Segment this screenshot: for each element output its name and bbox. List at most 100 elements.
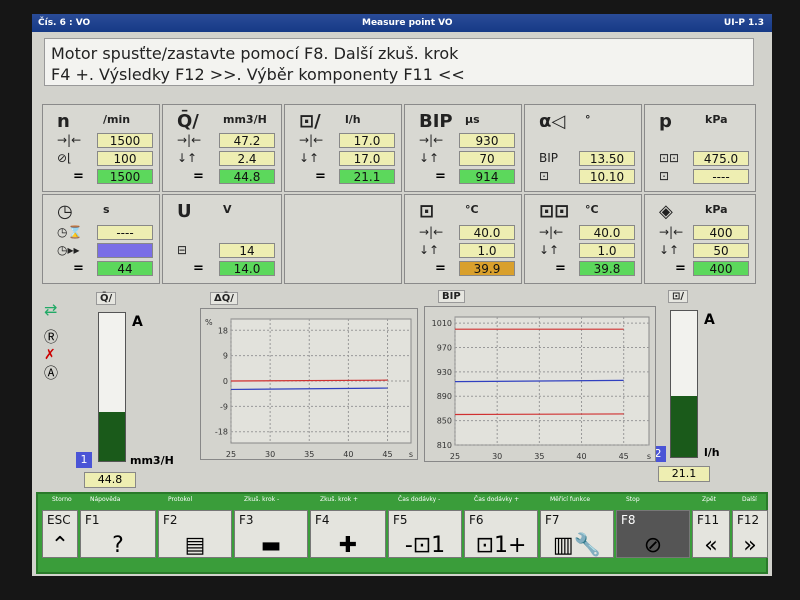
row-icon: ↓↑ (177, 151, 198, 165)
row-icon: →|← (659, 225, 684, 239)
row-icon: = (675, 261, 686, 276)
panel-title: ◈ (659, 201, 673, 222)
panel-row: →|← 400 (645, 225, 755, 240)
panel-row: →|← 930 (405, 133, 521, 148)
row-icon: ↓↑ (299, 151, 320, 165)
row-icon: BIP (539, 151, 559, 165)
titlebar: Čís. 6 : VO Measure point VO UI-P 1.3 (32, 14, 772, 32)
chart2: 25 30 35 40 45 s 1010 970 930 890 850 810 (424, 306, 656, 462)
fkey-caption: Zkuš. krok + (320, 496, 359, 503)
function-key-bar: Storno Nápověda Protokol Zkuš. krok - Zkuš. … (36, 492, 768, 574)
row-icon: ⊘⌊ (57, 151, 72, 165)
fkey-caption: Další (742, 496, 757, 503)
row-icon: = (435, 169, 446, 184)
row-value: 1500 (97, 169, 153, 184)
chart1-title: ΔQ̄/ (210, 292, 238, 305)
left-bar-label: Q̄/ (96, 292, 117, 305)
right-bar-unit: l/h (704, 446, 720, 459)
panel-row: ⊡ ---- (645, 169, 755, 184)
right-bar-label: ⊡/ (668, 290, 689, 303)
panel-unit: kPa (705, 113, 728, 126)
title-center: Measure point VO (362, 18, 453, 28)
fkey-label: F2 (163, 513, 178, 527)
fkey-label: F11 (697, 513, 720, 527)
fkey-icon: ⊡1+ (475, 533, 527, 558)
fkey-f6[interactable]: F6 ⊡1+ (464, 510, 538, 558)
fkey-f8[interactable]: F8 ⊘ (616, 510, 690, 558)
fkey-caption: Nápověda (90, 496, 121, 503)
fkey-icon: ? (112, 533, 124, 558)
row-value: 44 (97, 261, 153, 276)
fkey-f3[interactable]: F3 ▬ (234, 510, 308, 558)
fkey-f11[interactable]: F11 « (692, 510, 730, 558)
row-icon: ◷⌛ (57, 225, 83, 239)
row-value: 1500 (97, 133, 153, 148)
chart2-title: BIP (438, 290, 465, 303)
right-bar (670, 310, 698, 458)
row-value: 14.0 (219, 261, 275, 276)
right-bar-value: 21.1 (658, 466, 710, 482)
fkey-f2[interactable]: F2 ▤ (158, 510, 232, 558)
panel-title: U (177, 201, 192, 222)
row-icon: →|← (419, 225, 444, 239)
panel-unit: kPa (705, 203, 728, 216)
chart2-svg: 25 30 35 40 45 s 1010 970 930 890 850 810 (432, 316, 651, 461)
panel-row: = 44 (43, 261, 159, 276)
row-value: 13.50 (579, 151, 635, 166)
panel-10: ⊡⊡ °C →|← 40.0 ↓↑ 1.0 = 39.8 (524, 194, 642, 284)
left-bar (98, 312, 126, 462)
x-icon: ✗ (44, 347, 56, 363)
panel-5: p kPa ⊡⊡ 475.0 ⊡ ---- (644, 104, 756, 192)
left-bar-value: 44.8 (84, 472, 136, 488)
panel-row: BIP 13.50 (525, 151, 641, 166)
panel-8 (284, 194, 402, 284)
fkey-f4[interactable]: F4 ✚ (310, 510, 386, 558)
panel-unit: l/h (345, 113, 361, 126)
left-bar-letter: A (132, 314, 143, 330)
panel-title: ◷ (57, 201, 73, 222)
fkey-f12[interactable]: F12 » (732, 510, 768, 558)
fkey-caption: Čas dodávky - (398, 496, 441, 503)
series-line-2 (454, 413, 624, 416)
fkey-label: F3 (239, 513, 254, 527)
fkey-caption: Stop (626, 496, 640, 503)
row-icon: ⊡ (539, 169, 550, 183)
x-tick-label: s (647, 452, 651, 461)
row-icon: = (73, 261, 84, 276)
panel-unit: mm3/H (223, 113, 267, 126)
fkey-icon: ▬ (260, 533, 282, 558)
panel-title: p (659, 111, 672, 132)
fkey-icon: ⊘ (643, 533, 663, 558)
fkey-f7[interactable]: F7 ▥🔧 (540, 510, 614, 558)
x-tick-label: 25 (450, 452, 460, 461)
row-icon: ◷▸▸ (57, 243, 80, 257)
fkey-label: F8 (621, 513, 636, 527)
chart1-svg: 25 30 35 40 45 s 18 9 0 -9 -18% (205, 318, 413, 459)
connector-icon: ⇄ (44, 300, 58, 319)
fkey-icon: » (743, 533, 757, 558)
row-icon: ⊡ (659, 169, 670, 183)
x-tick-label: 45 (619, 452, 629, 461)
panel-unit: °C (465, 203, 479, 216)
left-bar-badge: 1 (76, 452, 92, 468)
y-tick-label: 1010 (432, 319, 452, 328)
fkey-esc[interactable]: ESC ⌃ (42, 510, 78, 558)
fkey-caption: Měřicí funkce (550, 496, 591, 503)
row-value: 47.2 (219, 133, 275, 148)
row-value: 475.0 (693, 151, 749, 166)
row-value: ---- (693, 169, 749, 184)
fkey-f5[interactable]: F5 -⊡1 (388, 510, 462, 558)
panel-1: Q̄/ mm3/H →|← 47.2 ↓↑ 2.4 = 44.8 (162, 104, 282, 192)
panel-row: ⊡⊡ 475.0 (645, 151, 755, 166)
y-axis-label: % (205, 318, 213, 327)
fkey-icon: « (704, 533, 718, 558)
fkey-icon: ⌃ (50, 533, 70, 558)
fkey-label: ESC (47, 513, 71, 527)
row-value: 1.0 (579, 243, 635, 258)
panel-unit: V (223, 203, 232, 216)
panel-row: ↓↑ 2.4 (163, 151, 281, 166)
panel-row: →|← 47.2 (163, 133, 281, 148)
fkey-f1[interactable]: F1? (80, 510, 156, 558)
y-tick-label: 0 (223, 377, 228, 386)
y-tick-label: 9 (223, 352, 228, 361)
